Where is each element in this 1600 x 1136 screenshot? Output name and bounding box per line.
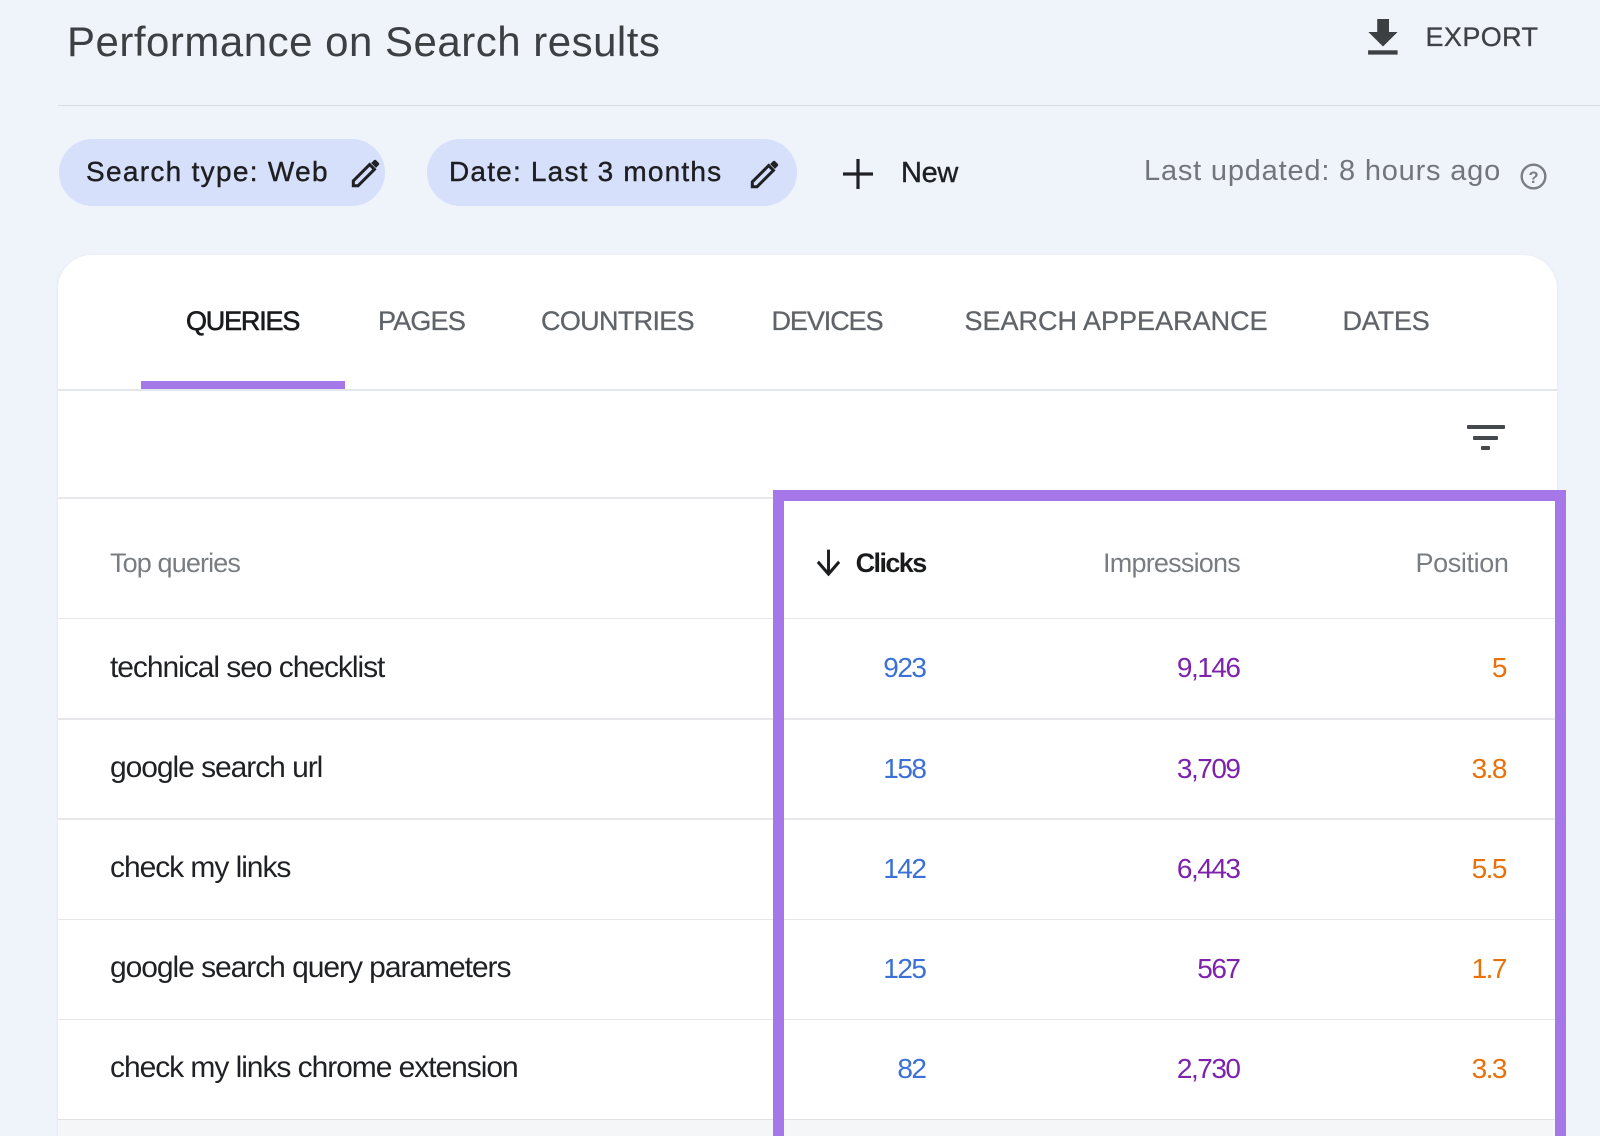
svg-text:?: ?	[1528, 169, 1538, 187]
